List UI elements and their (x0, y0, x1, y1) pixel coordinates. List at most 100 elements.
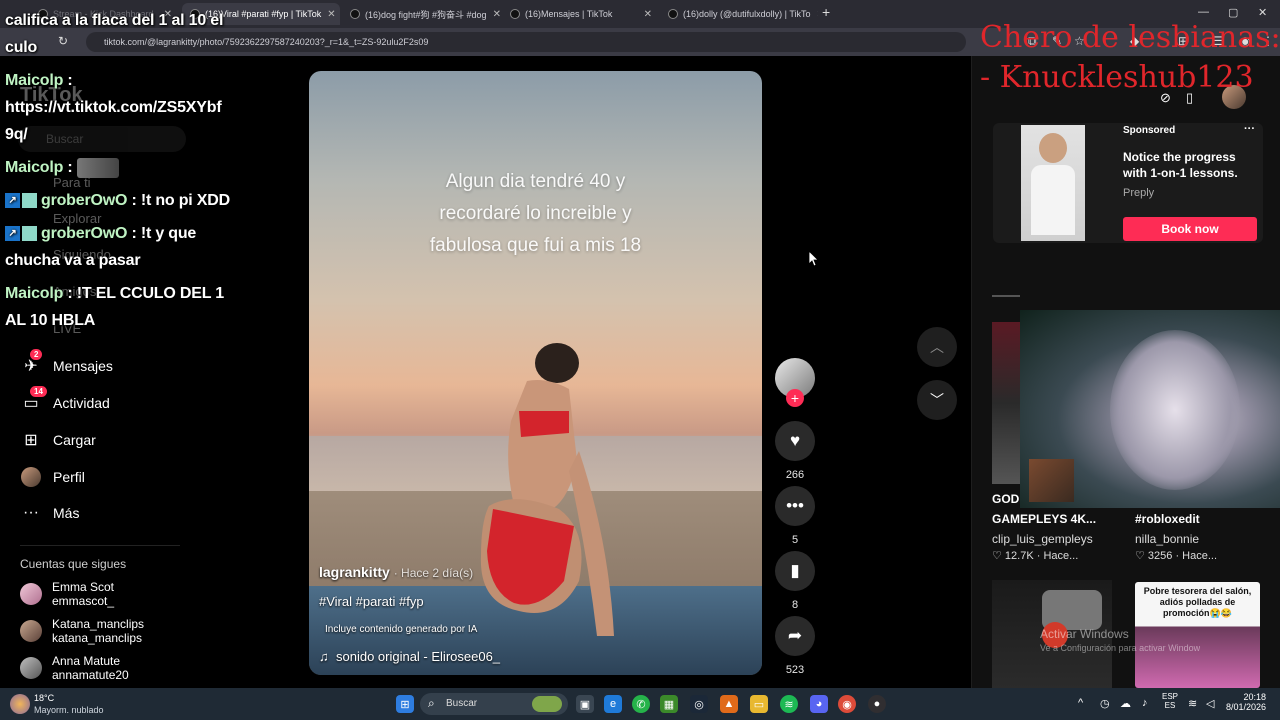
gameplay-thumbnail-image (1029, 459, 1074, 502)
next-video-button[interactable]: ﹀ (917, 380, 957, 420)
ad-headline: Notice the progress with 1-on-1 lessons. (1123, 150, 1238, 180)
tab-title: (16)Mensajes | TikTok (525, 9, 613, 19)
chat-emote-image (76, 157, 119, 178)
close-window-button[interactable]: ✕ (1258, 6, 1267, 19)
save-count: 8 (791, 599, 799, 611)
chat-username: Maicolp (5, 285, 64, 302)
windows-start-icon[interactable]: ⊞ (396, 695, 414, 713)
chat-separator: : (127, 225, 141, 242)
save-button[interactable]: ▮ 8 (775, 551, 815, 611)
weather-temp[interactable]: 18°C (34, 693, 54, 703)
volume-icon[interactable]: ◁ (1206, 697, 1214, 710)
tab-title: (16)dog fight#狗 #狗奋斗 #dog (365, 9, 487, 20)
share-button[interactable]: ➦ 523 (775, 616, 815, 676)
tab-dolly[interactable]: (16)dolly (@dutifulxdolly) | TikTo ✕ (660, 3, 818, 25)
sidebar-item-actividad[interactable]: ▭ 14 Actividad (20, 386, 110, 414)
chevron-up-icon[interactable]: ^ (1078, 697, 1083, 709)
close-tab-icon[interactable]: ✕ (321, 9, 335, 20)
card-title[interactable]: GAMEPLEYS 4K... (992, 512, 1096, 526)
close-tab-icon[interactable]: ✕ (811, 9, 818, 20)
following-account[interactable]: Emma Scot emmascot_ (20, 580, 114, 608)
sponsored-ad-card[interactable]: Sponsored ··· Notice the progress with 1… (993, 123, 1263, 243)
file-explorer-icon[interactable]: ▭ (750, 695, 768, 713)
notification-badge: 2 (30, 349, 43, 360)
whatsapp-icon[interactable]: ✆ (632, 695, 650, 713)
tab-dog-fight[interactable]: (16)dog fight#狗 #狗奋斗 #dog ✕ (342, 3, 500, 25)
sidebar-item-label: Cargar (53, 432, 96, 448)
video-sound[interactable]: ♫ sonido original - Elirosee06_ (319, 649, 500, 664)
video-player[interactable]: Algun dia tendré 40 y recordaré lo incre… (309, 71, 762, 675)
search-box[interactable]: Buscar (18, 126, 186, 152)
video-overlay-text: fabulosa que fui a mis 18 (429, 235, 642, 256)
ad-image (1021, 125, 1085, 241)
video-thumbnail[interactable]: Pobre tesorera del salón, adiós polladas… (1135, 582, 1260, 688)
chrome-icon[interactable]: ◉ (838, 695, 856, 713)
card-username[interactable]: clip_luis_gempleys (992, 532, 1093, 546)
comment-count: 5 (791, 534, 799, 546)
chat-line: Maicolp : !T EL CCULO DEL 1 (5, 280, 224, 307)
tiktok-favicon-icon (350, 9, 360, 19)
clock[interactable]: 20:18 8/01/2026 (1222, 692, 1266, 712)
weather-icon[interactable] (10, 694, 30, 714)
account-name: Emma Scot (52, 580, 115, 594)
avatar (20, 583, 42, 605)
spotify-icon[interactable]: ≋ (780, 695, 798, 713)
weather-desc[interactable]: Mayorm. nublado (34, 705, 104, 715)
new-tab-button[interactable]: + (822, 4, 830, 20)
minimize-button[interactable]: — (1198, 6, 1209, 18)
previous-video-button[interactable]: ︿ (917, 327, 957, 367)
chat-line: ↗ groberOwO : !t y que (5, 220, 196, 247)
following-account[interactable]: Katana_manclips katana_manclips (20, 617, 144, 645)
lang-top: ESP (1162, 692, 1179, 701)
follow-plus-icon[interactable]: + (786, 389, 804, 407)
video-hashtags[interactable]: #Viral #parati #fyp (319, 594, 424, 609)
avatar (20, 657, 42, 679)
post-time: · Hace 2 día(s) (393, 566, 474, 580)
like-button[interactable]: ♥ 266 (775, 421, 815, 481)
share-icon: ➦ (775, 616, 815, 656)
author-link[interactable]: lagrankitty (319, 564, 390, 580)
mouse-cursor-icon (809, 251, 819, 267)
following-account[interactable]: Anna Matute annamatute20 (20, 654, 129, 682)
maximize-button[interactable]: ▢ (1228, 6, 1238, 19)
moderator-badge-icon: ↗ (5, 226, 20, 242)
url-field[interactable]: tiktok.com/@lagrankitty/photo/7592362297… (86, 32, 966, 52)
app-icon[interactable]: ▲ (720, 695, 738, 713)
reload-icon[interactable]: ↻ (58, 34, 68, 48)
video-thumbnail[interactable] (992, 322, 1020, 484)
obs-icon[interactable]: ● (868, 695, 886, 713)
steam-icon[interactable]: ◎ (690, 695, 708, 713)
lang-bottom: ES (1164, 701, 1176, 710)
discord-icon[interactable]: ◕ (810, 695, 828, 713)
tray-app-icon[interactable]: ☁ (1120, 697, 1131, 710)
chat-line: ↗ groberOwO : !t no pi XDD (5, 187, 230, 214)
chat-message: !T EL CCULO DEL 1 (76, 285, 224, 302)
tray-app-icon[interactable]: ◷ (1100, 697, 1110, 710)
task-view-icon[interactable]: ▣ (576, 695, 594, 713)
comment-button[interactable]: ••• 5 (775, 486, 815, 546)
sidebar-item-perfil[interactable]: Perfil (20, 466, 85, 488)
book-now-button[interactable]: Book now (1123, 217, 1257, 241)
language-indicator[interactable]: ESP ES (1162, 692, 1178, 710)
wifi-icon[interactable]: ≋ (1188, 697, 1197, 710)
sponsored-label: Sponsored (1123, 125, 1176, 136)
tab-mensajes[interactable]: (16)Mensajes | TikTok ✕ (502, 3, 660, 25)
minecraft-icon[interactable]: ▦ (660, 695, 678, 713)
ad-more-icon[interactable]: ··· (1244, 123, 1255, 135)
sidebar-item-mas[interactable]: ··· Más (20, 502, 79, 524)
sidebar-item-mensajes[interactable]: ✈ 2 Mensajes (20, 349, 113, 377)
edge-icon[interactable]: e (604, 695, 622, 713)
sidebar-item-cargar[interactable]: ⊞ Cargar (20, 429, 96, 451)
taskbar-search-box[interactable]: ⌕ Buscar (420, 693, 568, 715)
card-username[interactable]: nilla_bonnie (1135, 532, 1199, 546)
share-count: 523 (785, 664, 805, 676)
card-title[interactable]: #robloxedit (1135, 512, 1200, 526)
chat-message: !t no pi XDD (140, 192, 230, 209)
close-tab-icon[interactable]: ✕ (638, 9, 652, 20)
creator-avatar-button[interactable]: + (775, 358, 815, 407)
search-icon: ⌕ (428, 696, 435, 710)
account-name: Katana_manclips (52, 617, 145, 631)
microphone-icon[interactable]: ♪ (1142, 697, 1148, 709)
account-handle: katana_manclips (52, 631, 143, 645)
close-tab-icon[interactable]: ✕ (487, 9, 500, 20)
